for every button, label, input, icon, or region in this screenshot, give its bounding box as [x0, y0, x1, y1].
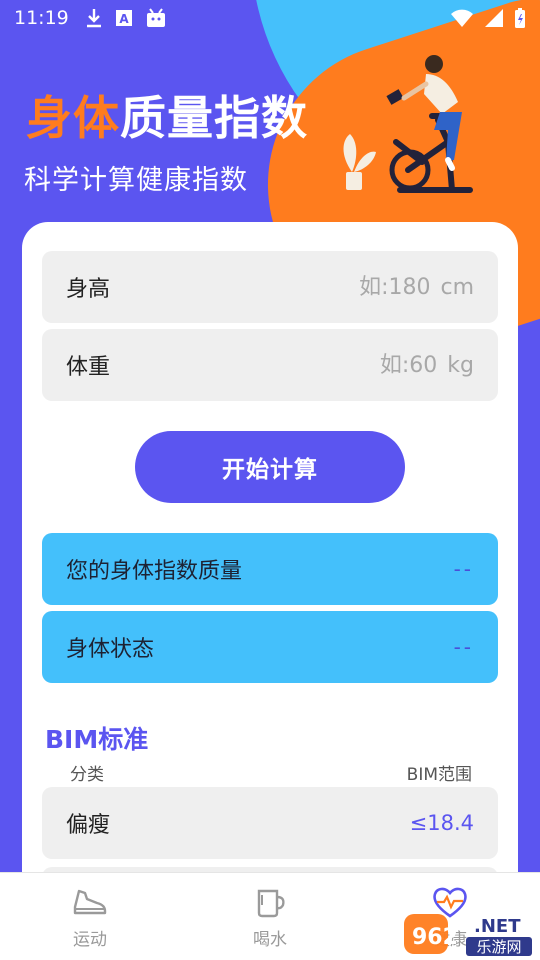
page-subtitle: 科学计算健康指数 — [24, 165, 248, 196]
bmi-standard-title: BIM标准 — [45, 725, 149, 754]
shoe-icon — [73, 889, 107, 915]
bmi-card: 身高 cm 体重 kg 开始计算 您的身体指数质量 -- 身体状态 -- BIM… — [22, 222, 518, 922]
weight-field[interactable]: 体重 kg — [42, 329, 498, 401]
title-accent: 身体 — [26, 91, 120, 145]
column-category: 分类 — [70, 765, 104, 785]
page-title: 身体质量指数 — [26, 82, 308, 148]
tab-water[interactable]: 喝水 — [210, 873, 330, 960]
column-range: BIM范围 — [406, 765, 472, 785]
body-status-row: 身体状态 -- — [42, 611, 498, 683]
a-icon: A — [115, 10, 132, 26]
battery-icon — [515, 8, 525, 28]
height-label: 身高 — [66, 277, 111, 302]
watermark-suffix: .NET — [474, 916, 521, 937]
signal-icon — [485, 9, 503, 27]
bmi-result-label: 您的身体指数质量 — [66, 559, 243, 584]
weight-input[interactable] — [277, 352, 438, 378]
weight-label: 体重 — [66, 355, 111, 380]
body-status-label: 身体状态 — [66, 637, 155, 662]
standard-row-category: 偏瘦 — [66, 813, 111, 838]
height-unit: cm — [440, 274, 474, 300]
tab-exercise-label: 运动 — [73, 930, 107, 950]
bmi-result-row: 您的身体指数质量 -- — [42, 533, 498, 605]
svg-text:A: A — [119, 12, 129, 26]
weight-unit: kg — [447, 352, 474, 378]
height-input[interactable] — [270, 274, 431, 300]
height-field[interactable]: 身高 cm — [42, 251, 498, 323]
wifi-icon — [451, 9, 473, 27]
status-bar: 11:19 A — [0, 0, 540, 36]
exercise-bike-illustration — [343, 55, 473, 193]
body-status-value: -- — [453, 635, 474, 659]
android-icon — [146, 8, 165, 27]
title-rest: 质量指数 — [120, 91, 308, 145]
cup-icon — [257, 889, 285, 918]
tab-exercise[interactable]: 运动 — [30, 873, 150, 960]
site-watermark: 962 .NET 乐游网 — [404, 914, 532, 956]
download-icon — [86, 9, 101, 28]
status-time: 11:19 — [14, 7, 69, 29]
start-calculation-button[interactable]: 开始计算 — [135, 431, 405, 503]
watermark-site: 乐游网 — [476, 938, 521, 956]
bmi-result-value: -- — [453, 557, 474, 581]
watermark-number: 962 — [412, 925, 458, 950]
standard-row-range: ≤18.4 — [409, 811, 474, 835]
standard-row: 偏瘦 ≤18.4 — [42, 787, 498, 859]
tab-water-label: 喝水 — [253, 930, 287, 950]
